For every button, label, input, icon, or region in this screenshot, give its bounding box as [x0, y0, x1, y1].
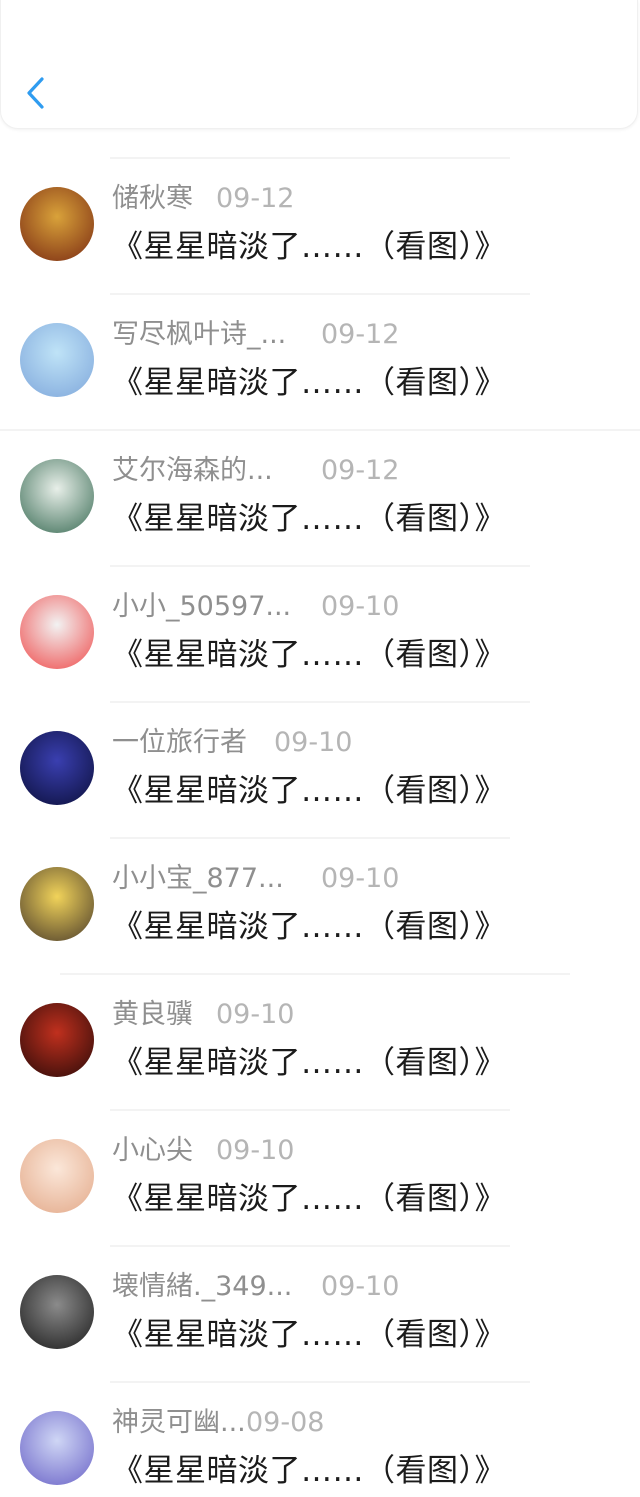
- item-meta: 艾尔海森的... 09-12: [112, 453, 632, 489]
- avatar[interactable]: [20, 1275, 94, 1349]
- username[interactable]: 小小宝_877...: [112, 861, 284, 897]
- post-date: 09-12: [216, 183, 295, 214]
- username[interactable]: 储秋寒: [112, 181, 193, 217]
- item-title[interactable]: 《星星暗淡了……（看图）》: [112, 1177, 506, 1221]
- username[interactable]: 小小_50597...: [112, 589, 291, 625]
- list-item[interactable]: 艾尔海森的... 09-12 《星星暗淡了……（看图）》: [0, 409, 640, 545]
- divider: [110, 157, 510, 159]
- avatar[interactable]: [20, 1139, 94, 1213]
- item-title[interactable]: 《星星暗淡了……（看图）》: [112, 633, 506, 677]
- avatar[interactable]: [20, 187, 94, 261]
- item-meta: 小小宝_877... 09-10: [112, 861, 632, 897]
- comment-list: 储秋寒 09-12 《星星暗淡了……（看图）》 写尽枫叶诗_... 09-12 《星星暗淡…: [0, 137, 640, 1497]
- avatar[interactable]: [20, 595, 94, 669]
- avatar[interactable]: [20, 867, 94, 941]
- post-date: 09-10: [274, 727, 353, 758]
- item-title[interactable]: 《星星暗淡了……（看图）》: [112, 769, 506, 813]
- divider: [110, 701, 530, 703]
- top-header: [0, 0, 638, 129]
- username[interactable]: 壊情緒._349...: [112, 1269, 292, 1305]
- item-title[interactable]: 《星星暗淡了……（看图）》: [112, 225, 506, 269]
- avatar[interactable]: [20, 1003, 94, 1077]
- username[interactable]: 一位旅行者: [112, 725, 247, 761]
- username[interactable]: 写尽枫叶诗_...: [112, 317, 286, 353]
- username[interactable]: 小心尖: [112, 1133, 193, 1169]
- chevron-left-icon: [24, 76, 46, 114]
- post-date: 09-12: [321, 319, 400, 350]
- divider: [110, 1381, 530, 1383]
- post-date: 09-10: [321, 863, 400, 894]
- list-item[interactable]: 一位旅行者 09-10 《星星暗淡了……（看图）》: [0, 681, 640, 817]
- back-button[interactable]: [15, 72, 55, 118]
- item-title[interactable]: 《星星暗淡了……（看图）》: [112, 1041, 506, 1085]
- list-item[interactable]: 小小_50597... 09-10 《星星暗淡了……（看图）》: [0, 545, 640, 681]
- username[interactable]: 艾尔海森的...: [112, 453, 273, 489]
- divider: [0, 429, 640, 431]
- divider: [110, 1245, 510, 1247]
- list-item[interactable]: 小小宝_877... 09-10 《星星暗淡了……（看图）》: [0, 817, 640, 953]
- list-item[interactable]: 储秋寒 09-12 《星星暗淡了……（看图）》: [0, 137, 640, 273]
- post-date: 09-08: [246, 1407, 325, 1438]
- item-meta: 小心尖 09-10: [112, 1133, 632, 1169]
- post-date: 09-12: [321, 455, 400, 486]
- item-meta: 神灵可幽... 09-08: [112, 1405, 632, 1441]
- item-title[interactable]: 《星星暗淡了……（看图）》: [112, 905, 506, 949]
- item-meta: 黄良骥 09-10: [112, 997, 632, 1033]
- list-item[interactable]: 小心尖 09-10 《星星暗淡了……（看图）》: [0, 1089, 640, 1225]
- list-item[interactable]: 神灵可幽... 09-08 《星星暗淡了……（看图）》: [0, 1361, 640, 1497]
- item-meta: 储秋寒 09-12: [112, 181, 632, 217]
- item-meta: 写尽枫叶诗_... 09-12: [112, 317, 632, 353]
- post-date: 09-10: [216, 1135, 295, 1166]
- username[interactable]: 神灵可幽...: [112, 1405, 246, 1441]
- item-meta: 小小_50597... 09-10: [112, 589, 632, 625]
- list-item[interactable]: 写尽枫叶诗_... 09-12 《星星暗淡了……（看图）》: [0, 273, 640, 409]
- list-item[interactable]: 黄良骥 09-10 《星星暗淡了……（看图）》: [0, 953, 640, 1089]
- item-meta: 一位旅行者 09-10: [112, 725, 632, 761]
- username[interactable]: 黄良骥: [112, 997, 193, 1033]
- post-date: 09-10: [321, 1271, 400, 1302]
- divider: [110, 565, 530, 567]
- divider: [110, 837, 510, 839]
- avatar[interactable]: [20, 731, 94, 805]
- item-title[interactable]: 《星星暗淡了……（看图）》: [112, 1313, 506, 1357]
- item-title[interactable]: 《星星暗淡了……（看图）》: [112, 497, 506, 541]
- avatar[interactable]: [20, 1411, 94, 1485]
- divider: [60, 973, 570, 975]
- item-title[interactable]: 《星星暗淡了……（看图）》: [112, 361, 506, 405]
- avatar[interactable]: [20, 323, 94, 397]
- divider: [110, 1109, 510, 1111]
- item-meta: 壊情緒._349... 09-10: [112, 1269, 632, 1305]
- avatar[interactable]: [20, 459, 94, 533]
- divider: [110, 293, 530, 295]
- list-item[interactable]: 壊情緒._349... 09-10 《星星暗淡了……（看图）》: [0, 1225, 640, 1361]
- post-date: 09-10: [216, 999, 295, 1030]
- item-title[interactable]: 《星星暗淡了……（看图）》: [112, 1449, 506, 1493]
- post-date: 09-10: [321, 591, 400, 622]
